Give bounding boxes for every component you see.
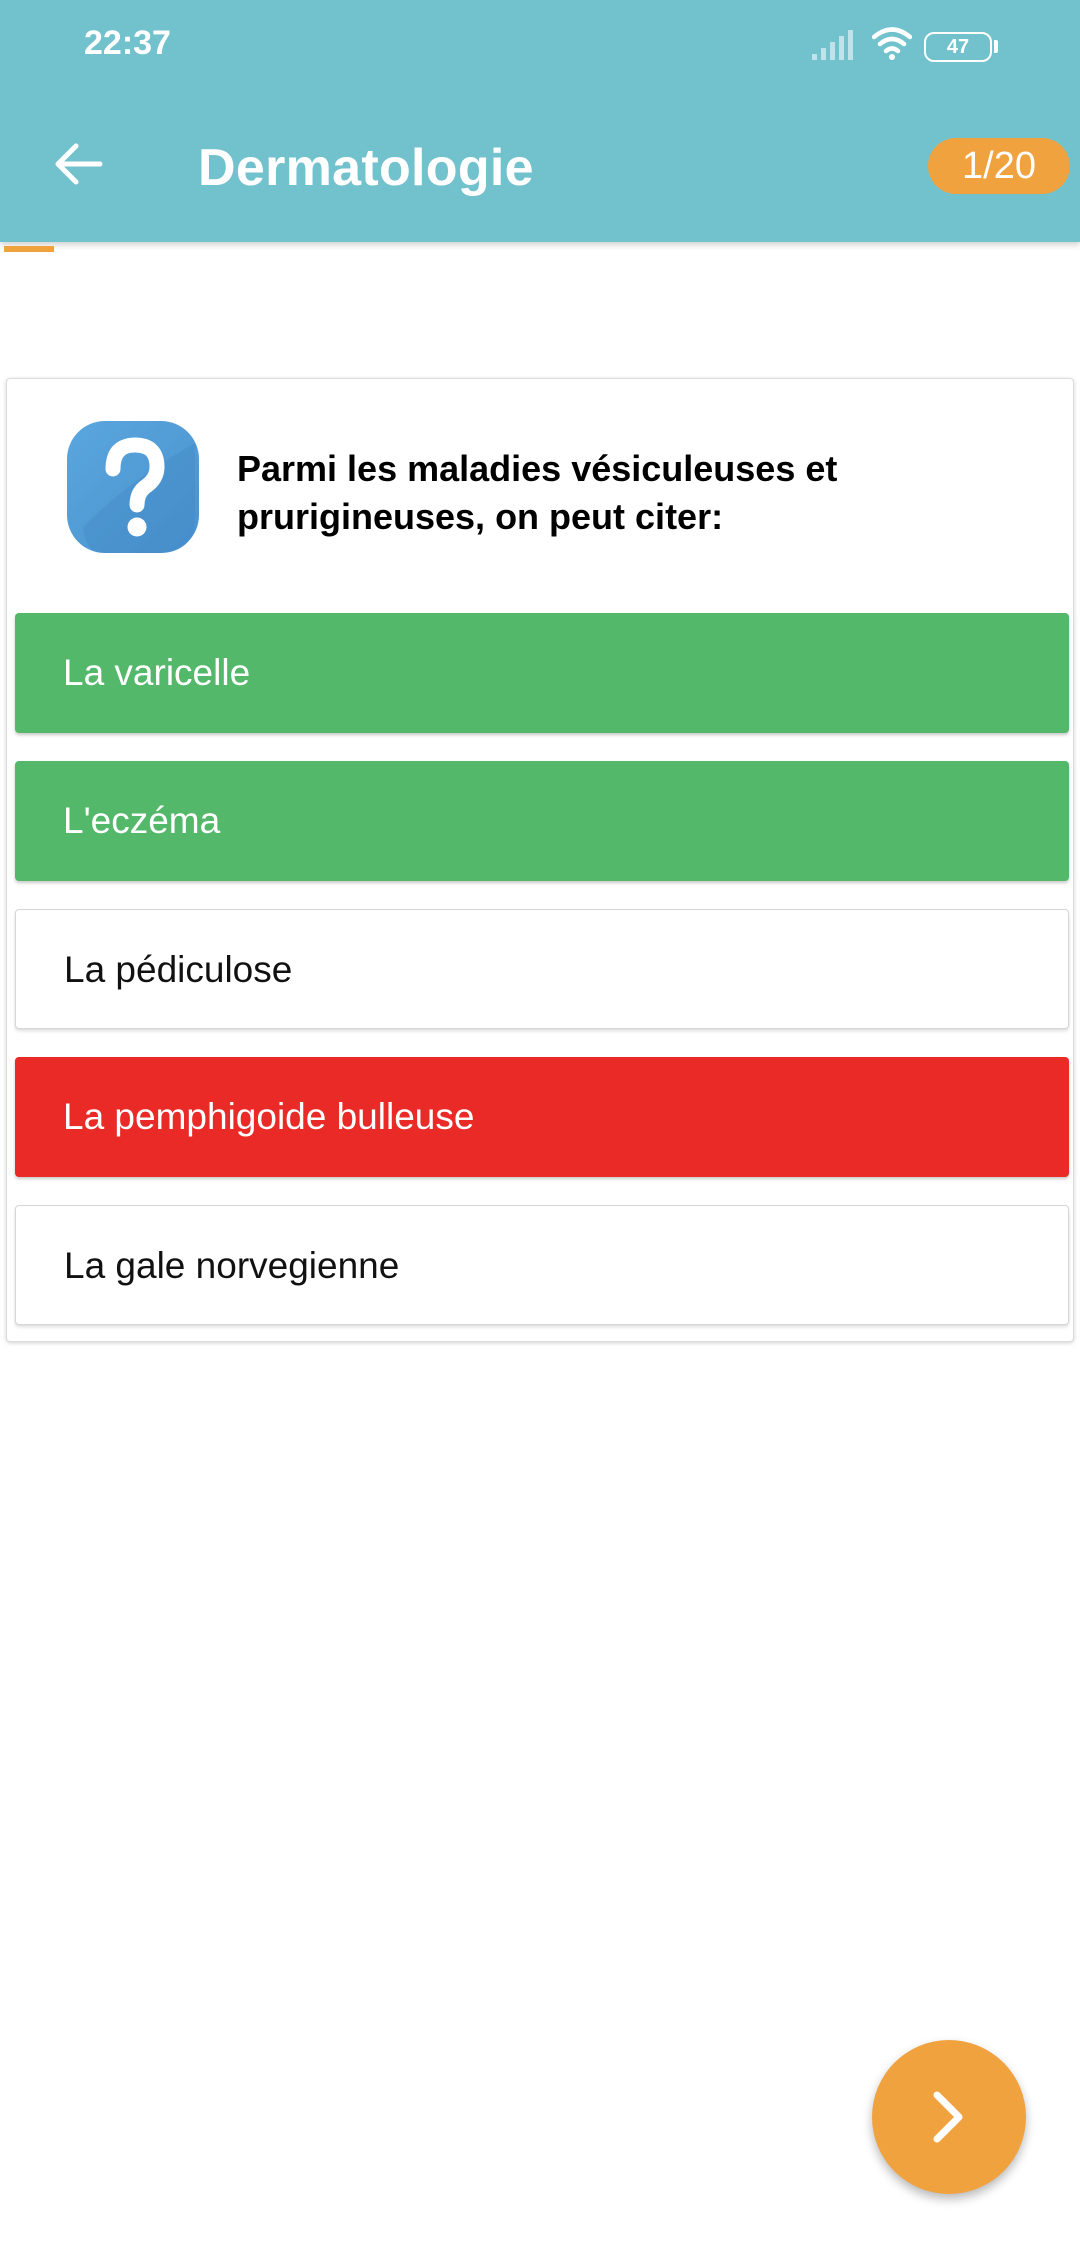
back-button[interactable]	[40, 126, 116, 202]
wifi-icon	[872, 27, 912, 60]
quiz-progress-bar	[0, 242, 1080, 252]
signal-icon	[812, 30, 853, 60]
status-time: 22:37	[84, 24, 171, 62]
question-text: Parmi les maladies vésiculeuses et pruri…	[237, 448, 838, 537]
answer-option[interactable]: La pemphigoide bulleuse	[15, 1057, 1069, 1177]
quiz-progress-fill	[4, 246, 54, 252]
answer-option[interactable]: La varicelle	[15, 613, 1069, 733]
app-bar: 22:37 47 Dermatologie 1/20	[0, 0, 1080, 242]
question-mark-icon	[67, 421, 199, 553]
chevron-right-icon	[933, 2091, 963, 2143]
arrow-left-icon	[55, 143, 103, 185]
question-card: Parmi les maladies vésiculeuses et pruri…	[6, 378, 1074, 1342]
battery-icon: 47	[924, 32, 992, 62]
battery-level: 47	[946, 36, 970, 58]
status-icons: 47	[812, 26, 1042, 64]
question-counter-badge: 1/20	[928, 138, 1070, 194]
answer-option[interactable]: La gale norvegienne	[15, 1205, 1069, 1325]
answer-option[interactable]: La pédiculose	[15, 909, 1069, 1029]
battery-nub	[994, 40, 998, 53]
next-button[interactable]	[872, 2040, 1026, 2194]
page-title: Dermatologie	[198, 139, 534, 197]
answer-option[interactable]: L'eczéma	[15, 761, 1069, 881]
